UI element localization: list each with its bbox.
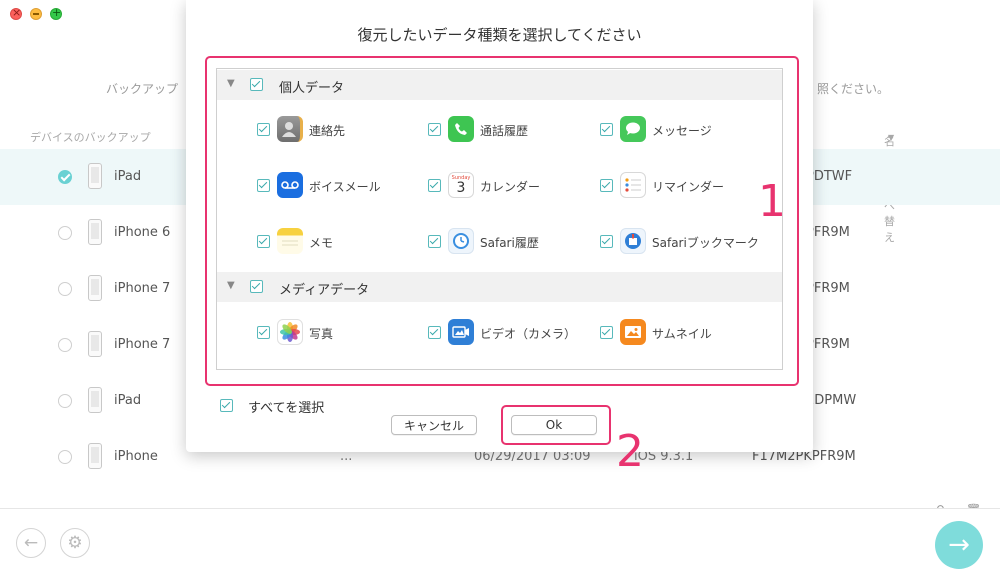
highlight-ok-button [501,405,611,445]
ipad-device-icon [88,163,102,189]
back-button[interactable]: ← [16,528,46,558]
iphone-device-icon [88,219,102,245]
ipad-device-icon [88,387,102,413]
row-radio[interactable] [58,338,72,352]
settings-button[interactable]: ⚙ [60,528,90,558]
annotation-step-2: 2 [616,426,644,477]
minimize-window-button[interactable] [30,8,42,20]
bottom-toolbar [0,508,1000,582]
iphone-device-icon [88,275,102,301]
row-radio[interactable] [58,450,72,464]
instruction-text-left: バックアップ [106,82,179,96]
window-controls [10,6,62,20]
maximize-window-button[interactable] [50,6,62,20]
gear-icon: ⚙ [67,533,83,553]
select-all-box[interactable] [220,399,233,412]
device-serial: 1DPMW [806,393,857,408]
device-name: iPad [114,393,142,408]
device-name: iPhone 7 [114,281,171,296]
iphone-device-icon [88,331,102,357]
cancel-button[interactable]: キャンセル [391,415,477,435]
close-window-button[interactable] [10,6,22,20]
row-radio[interactable] [58,226,72,240]
device-name: iPhone 7 [114,337,171,352]
device-name: iPhone [114,449,158,464]
row-radio[interactable] [58,170,72,184]
highlight-data-list [205,56,799,386]
row-radio[interactable] [58,394,72,408]
device-name: iPhone 6 [114,225,171,240]
device-name: iPad [114,169,142,184]
instruction-text-right: 照ください。 [817,82,890,96]
column-device-backup: デバイスのバックアップ [30,131,151,144]
dialog-title: 復元したいデータ種類を選択してください [357,26,642,44]
caret-down-icon: ▼ [888,133,895,142]
iphone-device-icon [88,443,102,469]
annotation-step-1: 1 [758,176,786,227]
row-radio[interactable] [58,282,72,296]
next-button[interactable]: → [935,521,983,569]
arrow-left-icon: ← [23,533,39,553]
arrow-right-icon: → [948,530,970,560]
select-all-label: すべてを選択 [248,401,325,416]
